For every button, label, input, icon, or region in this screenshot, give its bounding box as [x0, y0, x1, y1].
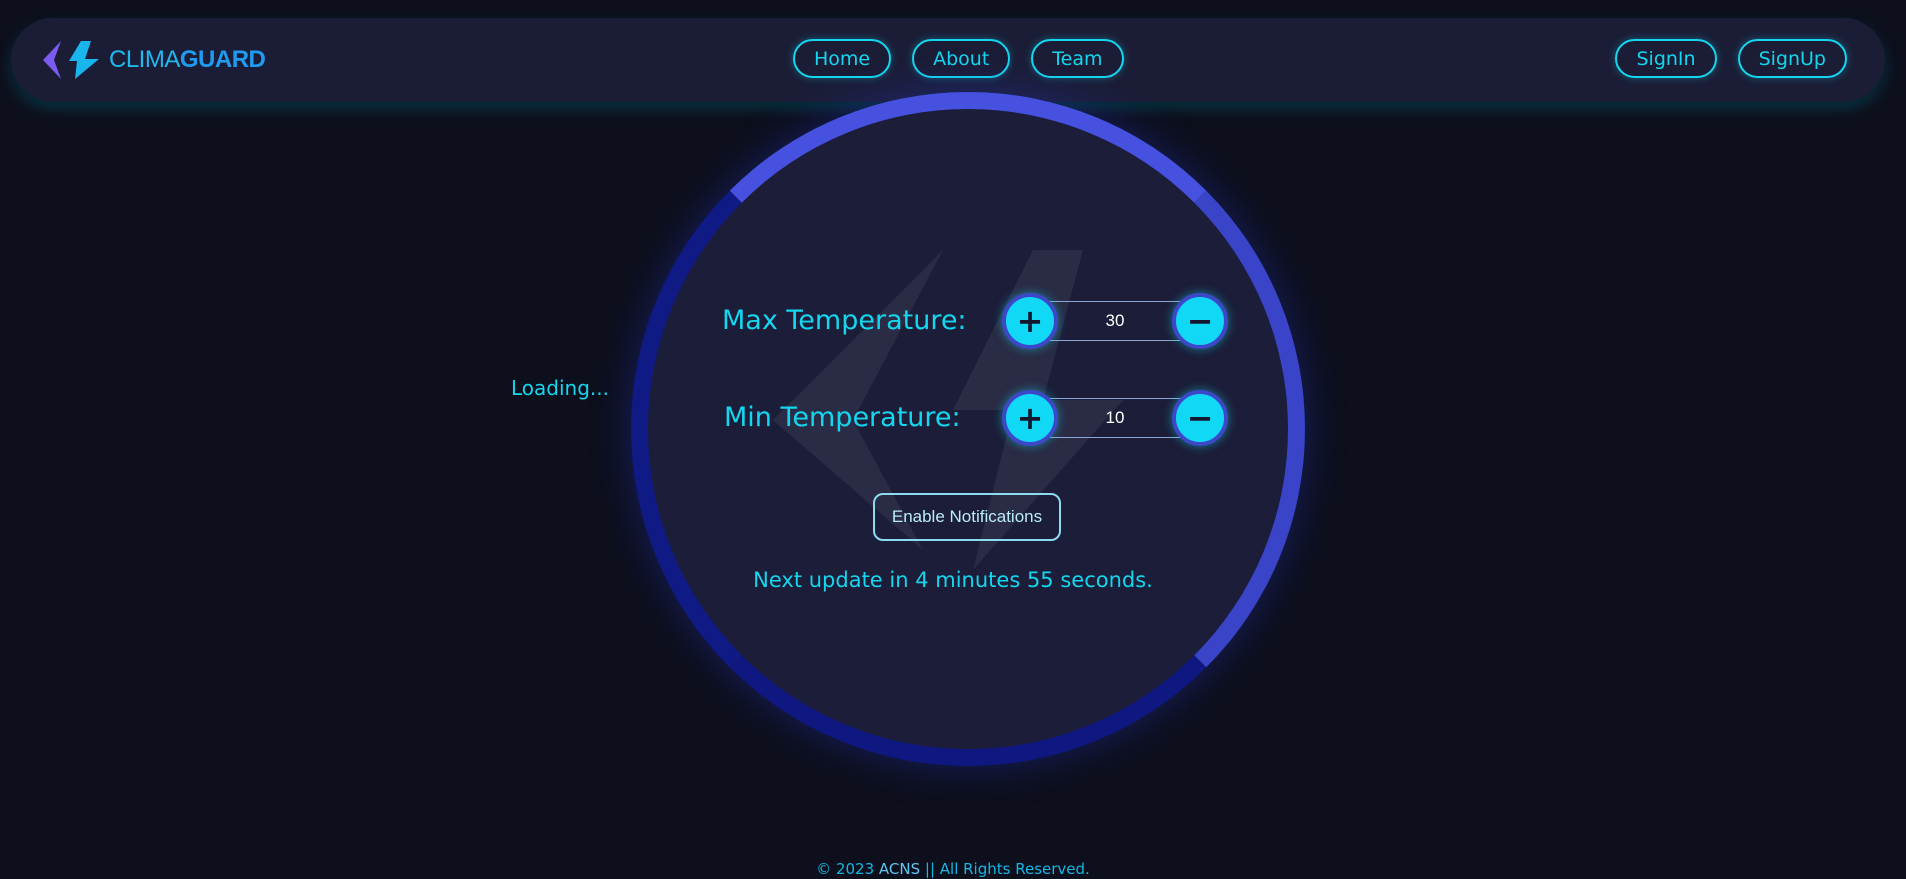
main-nav: Home About Team	[793, 39, 1124, 78]
next-update-text: Next update in 4 minutes 55 seconds.	[753, 568, 1153, 592]
brand-name-bold: GUARD	[179, 46, 266, 73]
max-temperature-input[interactable]	[1042, 301, 1188, 341]
top-navbar: CLIMAGUARD Home About Team SignIn SignUp	[11, 18, 1885, 102]
nav-home-link[interactable]: Home	[793, 39, 892, 78]
chevrons-logo-icon	[43, 41, 99, 79]
minus-icon: −	[1186, 302, 1214, 340]
brand-name: CLIMAGUARD	[109, 46, 266, 74]
loading-status: Loading...	[511, 376, 609, 400]
footer-brand-link[interactable]: ACNS	[879, 860, 920, 878]
auth-nav: SignIn SignUp	[1615, 39, 1847, 78]
signup-button[interactable]: SignUp	[1737, 39, 1847, 78]
signin-button[interactable]: SignIn	[1615, 39, 1717, 78]
max-decrease-button[interactable]: −	[1172, 293, 1228, 349]
enable-notifications-button[interactable]: Enable Notifications	[873, 493, 1061, 541]
min-increase-button[interactable]: +	[1002, 390, 1058, 446]
footer-copyright: © 2023	[816, 860, 879, 878]
max-temperature-stepper: + −	[1002, 293, 1228, 351]
footer-rights: || All Rights Reserved.	[920, 860, 1090, 878]
max-increase-button[interactable]: +	[1002, 293, 1058, 349]
min-temperature-stepper: + −	[1002, 390, 1228, 448]
nav-about-link[interactable]: About	[912, 39, 1011, 78]
min-temperature-label: Min Temperature:	[724, 402, 961, 433]
minus-icon: −	[1186, 399, 1214, 437]
brand-logo[interactable]: CLIMAGUARD	[41, 38, 266, 82]
min-decrease-button[interactable]: −	[1172, 390, 1228, 446]
nav-team-link[interactable]: Team	[1031, 39, 1124, 78]
max-temperature-label: Max Temperature:	[722, 305, 967, 336]
brand-name-light: CLIMA	[109, 46, 180, 73]
plus-icon: +	[1016, 302, 1044, 340]
footer: © 2023 ACNS || All Rights Reserved.	[0, 860, 1906, 878]
min-temperature-input[interactable]	[1042, 398, 1188, 438]
plus-icon: +	[1016, 399, 1044, 437]
